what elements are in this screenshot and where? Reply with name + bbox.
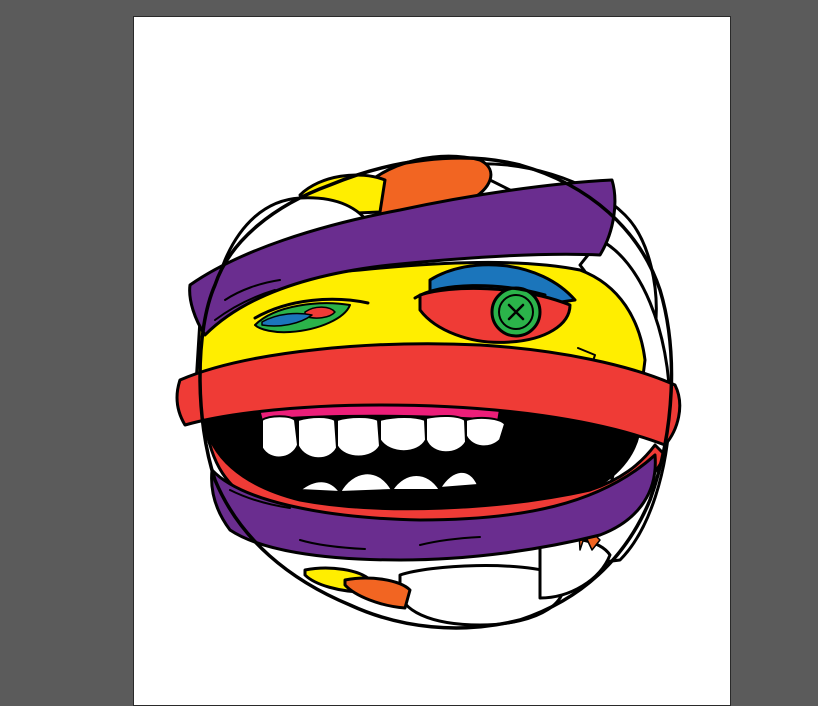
mummy-illustration[interactable] xyxy=(0,0,818,695)
tooth xyxy=(297,416,338,460)
head-orange-bottom xyxy=(343,576,412,610)
tooth xyxy=(379,416,427,453)
tooth xyxy=(336,416,381,458)
tooth xyxy=(465,416,506,448)
tooth xyxy=(425,414,467,454)
tooth xyxy=(261,415,299,459)
